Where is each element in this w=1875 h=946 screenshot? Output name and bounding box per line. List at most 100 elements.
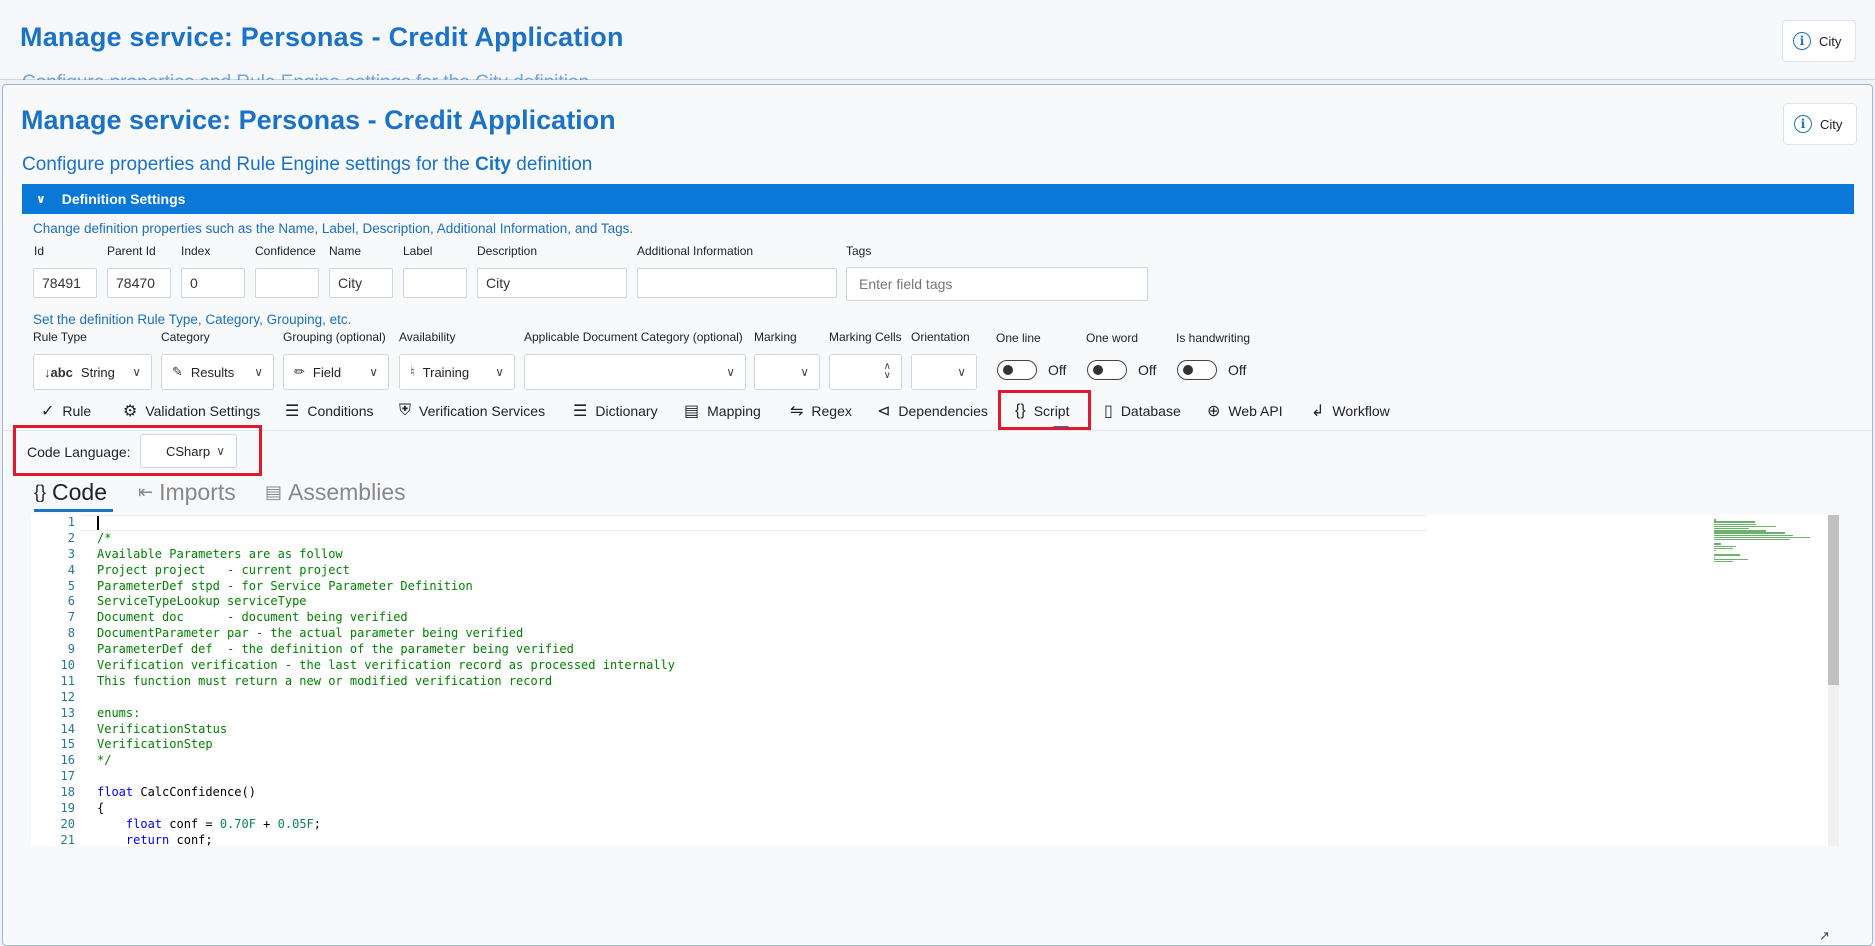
additional-info-field[interactable] bbox=[637, 268, 837, 298]
marking-cells-stepper[interactable]: ∧ ∨ bbox=[829, 354, 902, 390]
one-word-toggle[interactable] bbox=[1087, 360, 1127, 380]
grouping-value: Field bbox=[312, 364, 342, 380]
keyword: float bbox=[97, 785, 134, 800]
line-number: 12 bbox=[60, 689, 75, 704]
code-line: Available Parameters are as follow bbox=[97, 546, 343, 561]
tab-mapping[interactable]: ▤ Mapping bbox=[684, 391, 761, 431]
orientation-dropdown[interactable]: ∨ bbox=[911, 354, 977, 390]
code-token: + bbox=[255, 816, 278, 831]
id-label: Id bbox=[34, 244, 45, 258]
additional-info-label: Additional Information bbox=[637, 244, 754, 258]
rule-type-dropdown[interactable]: ↓abc String ∨ bbox=[33, 354, 152, 390]
line-number: 15 bbox=[60, 737, 75, 752]
grouping-dropdown[interactable]: ✏ Field ∨ bbox=[283, 354, 389, 390]
label-field[interactable] bbox=[403, 268, 467, 298]
one-word-label: One word bbox=[1086, 331, 1139, 345]
page-title: Manage service: Personas - Credit Applic… bbox=[21, 105, 616, 135]
code-line: VerificationStep bbox=[97, 737, 213, 752]
chevron-down-icon: ∨ bbox=[132, 365, 141, 379]
code-line: float conf = 0.70F + 0.05F; bbox=[97, 817, 675, 833]
minimap-line bbox=[1714, 519, 1717, 521]
tags-label: Tags bbox=[846, 244, 872, 258]
line-number: 8 bbox=[67, 626, 75, 641]
keyword: float bbox=[125, 816, 163, 831]
tab-conditions[interactable]: ☰ Conditions bbox=[285, 391, 374, 431]
one-line-toggle[interactable] bbox=[997, 360, 1037, 380]
tab-label: Workflow bbox=[1332, 403, 1390, 419]
category-dropdown[interactable]: ✎ Results ∨ bbox=[161, 354, 274, 390]
rule-hint: Set the definition Rule Type, Category, … bbox=[33, 312, 352, 327]
confidence-field[interactable] bbox=[255, 268, 319, 298]
editor-scrollbar[interactable] bbox=[1828, 515, 1839, 846]
background-page-subtitle: Configure properties and Rule Engine set… bbox=[22, 72, 589, 80]
braces-icon: {} bbox=[34, 481, 47, 502]
code-line: ParameterDef stpd - for Service Paramete… bbox=[97, 578, 473, 593]
minimap-line bbox=[1714, 532, 1785, 534]
grouping-label: Grouping (optional) bbox=[283, 330, 386, 344]
dependencies-icon: ⊲ bbox=[877, 403, 891, 420]
handwriting-toggle[interactable] bbox=[1177, 360, 1217, 380]
tags-input[interactable]: Enter field tags bbox=[846, 267, 1148, 301]
line-number: 10 bbox=[60, 658, 75, 673]
tab-web-api[interactable]: ⊕ Web API bbox=[1207, 391, 1283, 431]
tab-dictionary[interactable]: ☰ Dictionary bbox=[573, 391, 658, 431]
description-field[interactable]: City bbox=[477, 268, 627, 298]
parent-id-field[interactable]: 78470 bbox=[107, 268, 171, 298]
code-tab-label: Code bbox=[52, 478, 108, 505]
line-number: 2 bbox=[67, 530, 75, 545]
imports-icon: ⇤ bbox=[138, 481, 154, 502]
expand-icon[interactable]: ↗ bbox=[1819, 928, 1830, 944]
code-token: ; bbox=[313, 816, 321, 831]
line-number: 5 bbox=[67, 578, 75, 593]
tab-label: Web API bbox=[1228, 403, 1283, 419]
category-label: Category bbox=[161, 330, 210, 344]
scrollbar-thumb[interactable] bbox=[1828, 515, 1839, 685]
minimap-line bbox=[1714, 528, 1749, 530]
code-language-value: CSharp bbox=[166, 443, 211, 459]
minimap-line bbox=[1714, 525, 1777, 528]
script-tab-highlight bbox=[998, 390, 1091, 430]
code-language-dropdown[interactable]: CSharp ∨ bbox=[140, 434, 237, 468]
code-tab[interactable]: {} Code bbox=[34, 476, 107, 508]
definition-settings-header[interactable]: ∨ Definition Settings bbox=[22, 184, 1854, 214]
tab-verification-services[interactable]: ⛨ Verification Services bbox=[399, 391, 545, 431]
pencil-icon: ✏ bbox=[294, 364, 305, 379]
background-info-badge[interactable]: i City bbox=[1782, 20, 1856, 62]
web-api-icon: ⊕ bbox=[1207, 403, 1221, 420]
one-word-state: Off bbox=[1138, 362, 1157, 378]
code-content[interactable]: /* Available Parameters are as follow Proj… bbox=[97, 515, 675, 846]
stepper-arrows-icon[interactable]: ∧ ∨ bbox=[884, 362, 891, 381]
wrench-icon: ✎ bbox=[172, 364, 183, 379]
info-badge[interactable]: i City bbox=[1783, 103, 1857, 145]
doc-category-dropdown[interactable]: ∨ bbox=[524, 354, 746, 390]
tab-database[interactable]: ▯ Database bbox=[1104, 391, 1181, 431]
background-page-title: Manage service: Personas - Credit Applic… bbox=[20, 22, 624, 52]
assemblies-tab-label: Assemblies bbox=[288, 478, 406, 505]
availability-dropdown[interactable]: ♮ Training ∨ bbox=[399, 354, 515, 390]
name-field[interactable]: City bbox=[329, 268, 393, 298]
code-editor[interactable]: 1 2 3 4 5 6 7 8 9 10 11 12 13 14 15 16 17 18 19 20 21 /* Avai… bbox=[31, 515, 1839, 846]
index-field[interactable]: 0 bbox=[181, 268, 245, 298]
tab-dependencies[interactable]: ⊲ Dependencies bbox=[877, 391, 988, 431]
number-literal: 0.05F bbox=[277, 816, 314, 831]
line-number: 14 bbox=[60, 721, 75, 736]
id-field[interactable]: 78491 bbox=[33, 268, 97, 298]
line-number: 3 bbox=[67, 546, 75, 561]
validation-icon: ⚙ bbox=[123, 403, 138, 420]
code-line: float CalcConfidence() bbox=[97, 785, 675, 801]
line-number: 9 bbox=[67, 642, 75, 657]
code-line: /* bbox=[97, 530, 112, 545]
page-subtitle: Configure properties and Rule Engine set… bbox=[22, 154, 593, 175]
shield-icon: ⛨ bbox=[399, 402, 412, 419]
assemblies-tab[interactable]: ▤ Assemblies bbox=[265, 476, 406, 508]
code-minimap[interactable] bbox=[1712, 515, 1827, 846]
tab-regex[interactable]: ⇋ Regex bbox=[790, 391, 852, 431]
imports-tab[interactable]: ⇤ Imports bbox=[138, 476, 236, 508]
availability-value: Training bbox=[422, 364, 470, 380]
handwriting-label: Is handwriting bbox=[1176, 331, 1251, 345]
tab-workflow[interactable]: ↲ Workflow bbox=[1311, 391, 1390, 431]
minimap-line bbox=[1714, 534, 1794, 536]
marking-dropdown[interactable]: ∨ bbox=[754, 354, 820, 390]
minimap-line bbox=[1714, 523, 1756, 525]
